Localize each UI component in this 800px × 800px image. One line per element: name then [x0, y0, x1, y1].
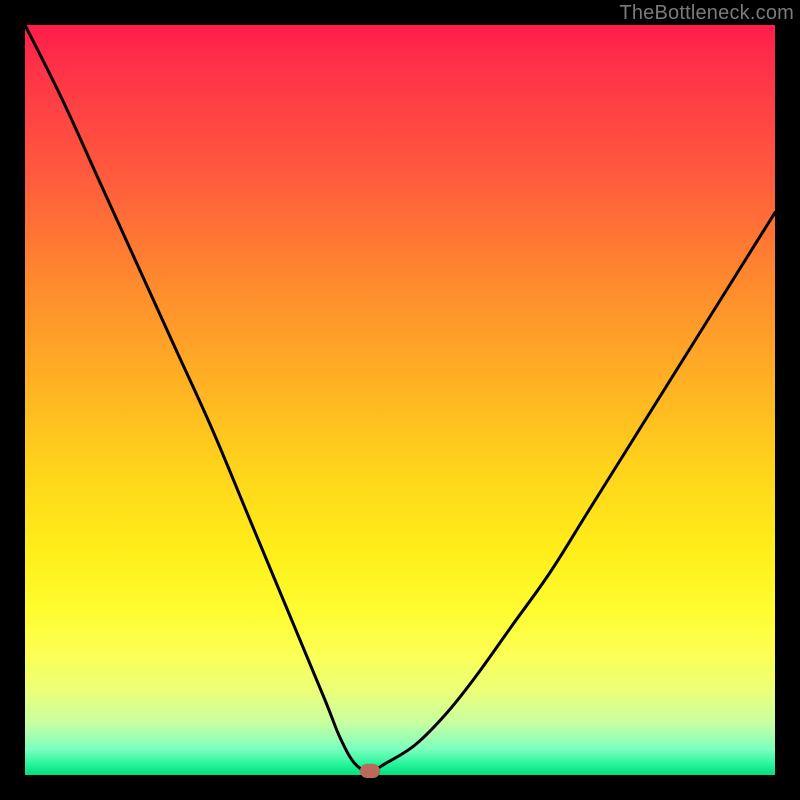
watermark-text: TheBottleneck.com: [619, 2, 794, 25]
plot-area: [25, 25, 775, 775]
chart-stage: TheBottleneck.com: [0, 0, 800, 800]
curve-layer: [25, 25, 775, 775]
bottleneck-curve: [25, 25, 775, 771]
minimum-marker: [360, 764, 380, 778]
